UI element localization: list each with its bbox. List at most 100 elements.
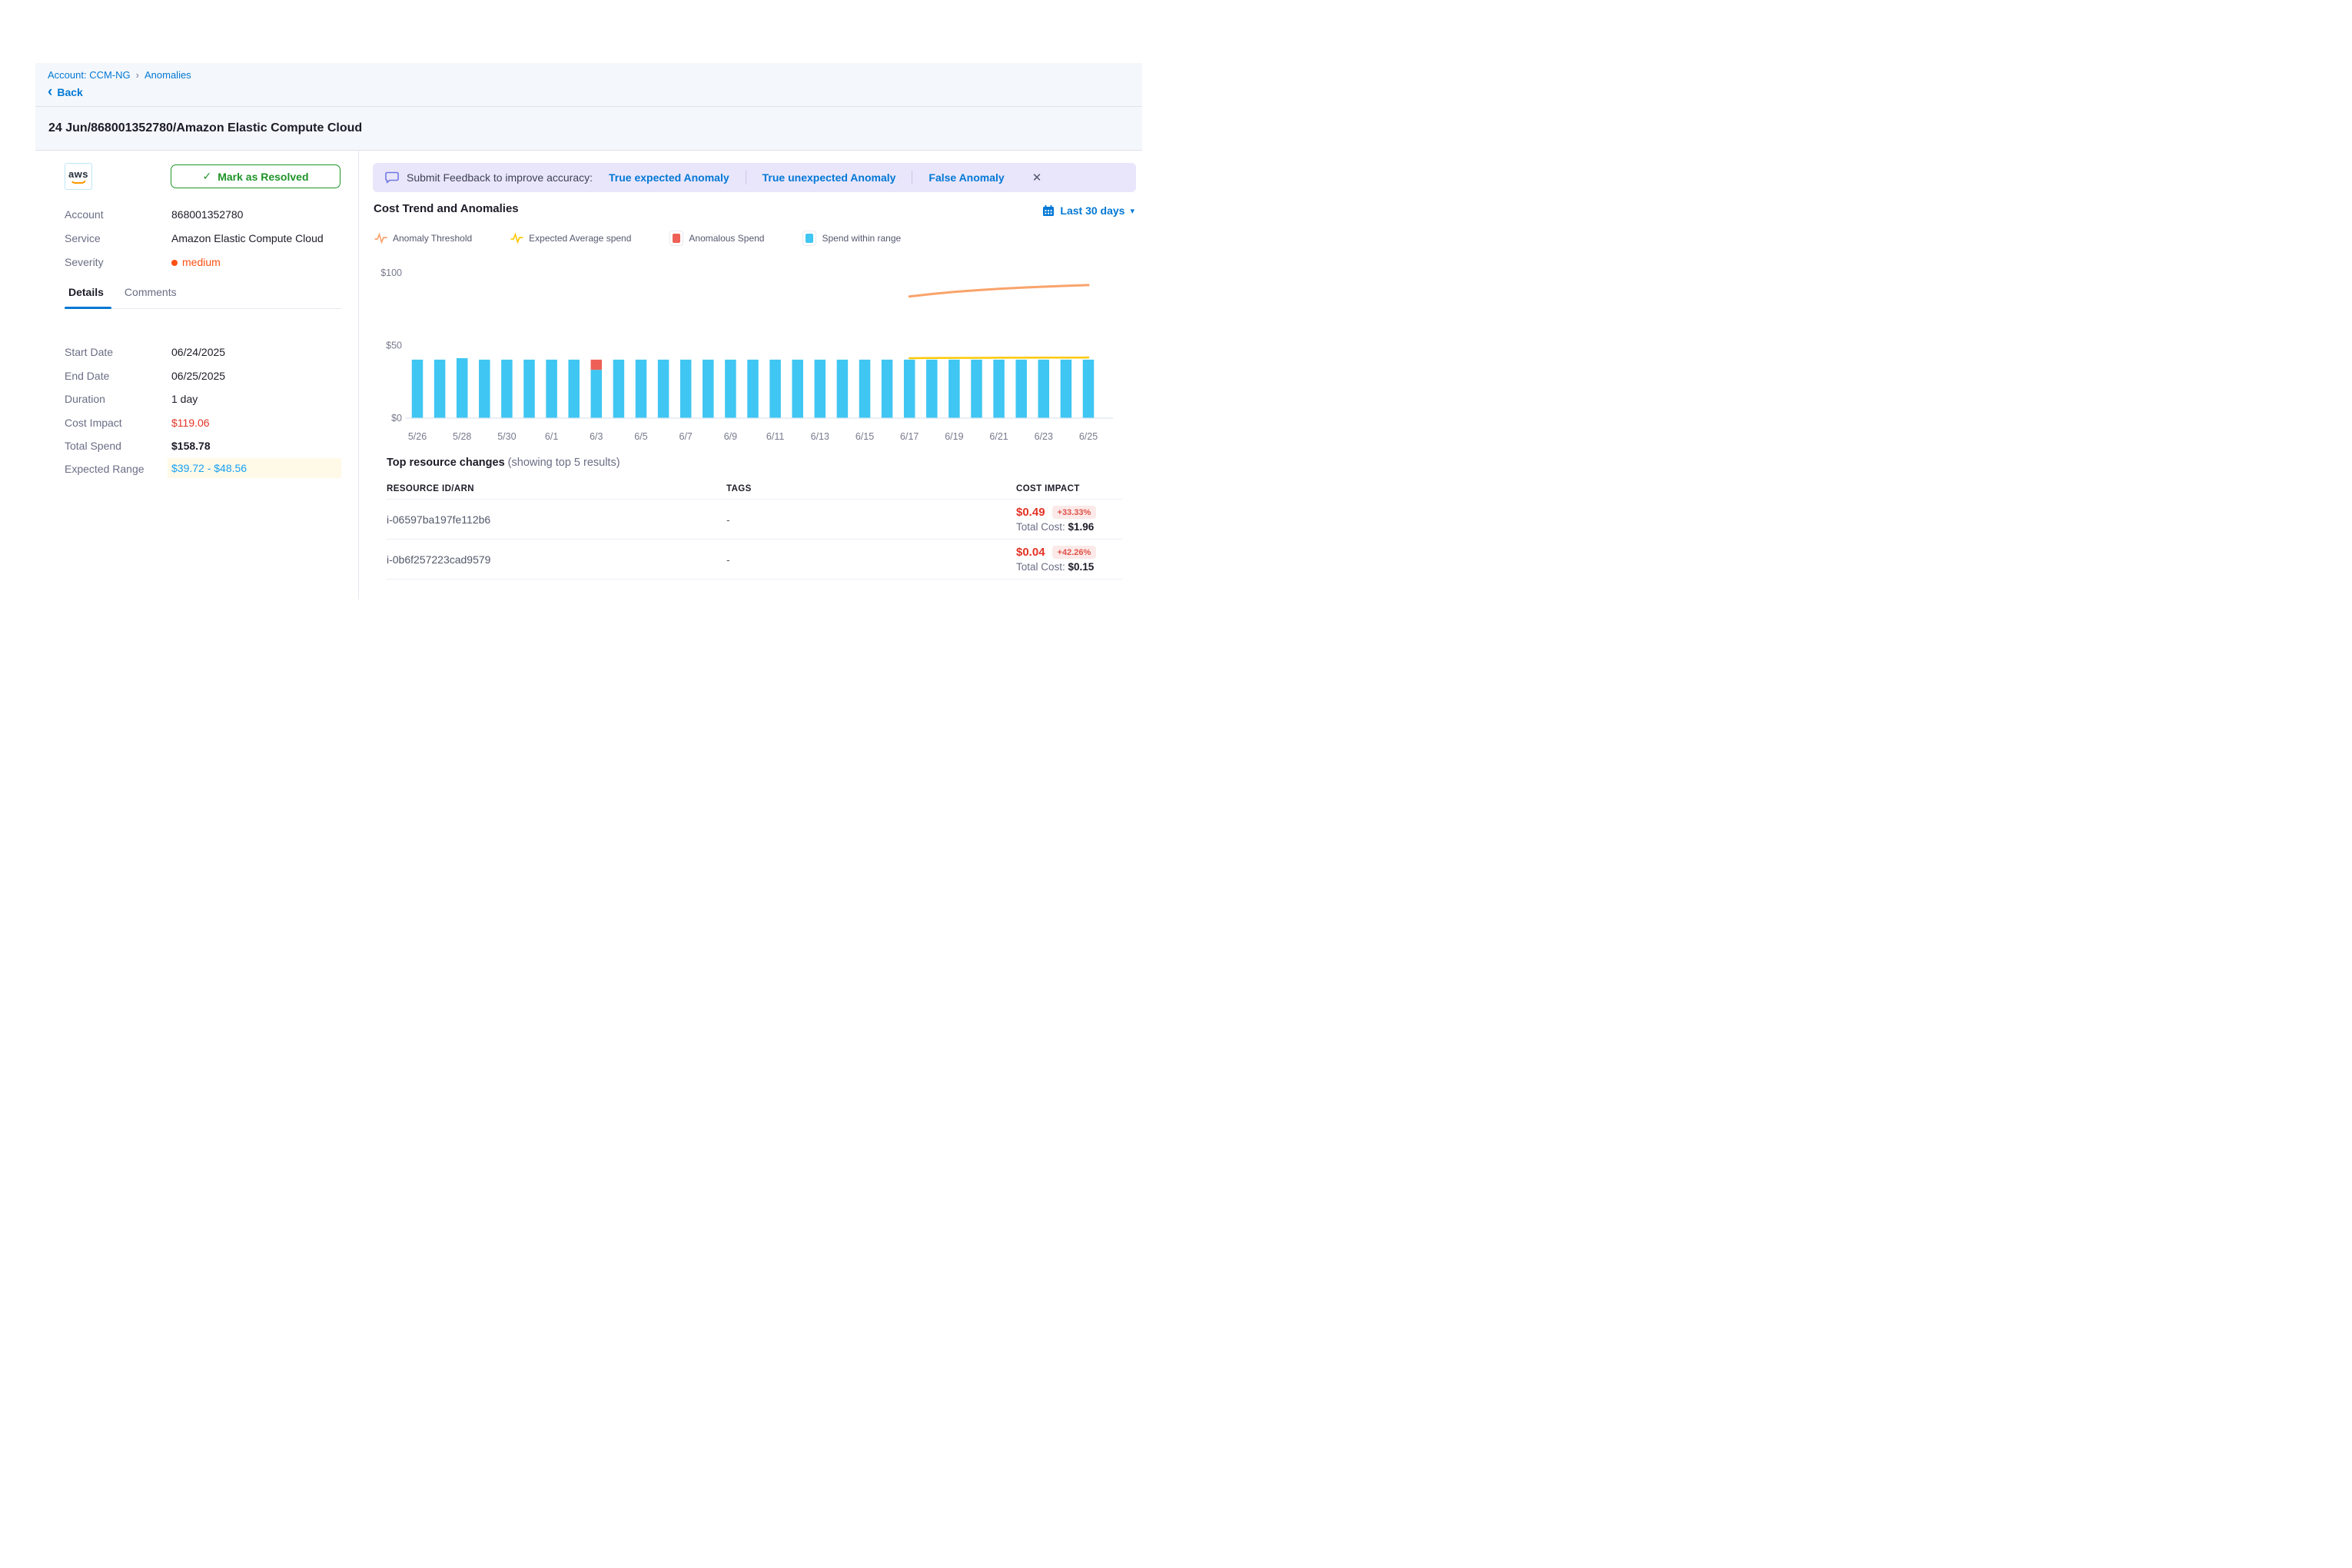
chevron-left-icon: ‹	[48, 87, 52, 98]
bar-5/30[interactable]	[501, 360, 513, 418]
chart-legend: Anomaly ThresholdExpected Average spendA…	[374, 231, 901, 246]
cost-trend-chart[interactable]: $0$50$1005/265/285/306/16/36/56/76/96/11…	[369, 258, 1126, 450]
back-label: Back	[57, 86, 82, 98]
summary-row-severity: Severity medium	[65, 253, 341, 271]
detail-tabs: Details Comments	[65, 286, 341, 309]
x-axis-tick: 5/30	[497, 431, 516, 442]
breadcrumb-account-link[interactable]: Account: CCM-NG	[48, 69, 131, 81]
bar-6/13[interactable]	[815, 360, 826, 418]
expected-average-line	[909, 357, 1088, 358]
resource-table-title: Top resource changes (showing top 5 resu…	[387, 457, 620, 469]
breadcrumb: Account: CCM-NG › Anomalies	[48, 69, 1142, 81]
feedback-true-unexpected-button[interactable]: True unexpected Anomaly	[762, 171, 896, 184]
bar-5/26[interactable]	[412, 360, 424, 418]
bar-6/19[interactable]	[948, 360, 960, 418]
bar-6/1[interactable]	[546, 360, 557, 418]
resource-tags: -	[726, 513, 1016, 526]
breadcrumb-separator-icon: ›	[136, 69, 139, 81]
bar-6/20[interactable]	[971, 360, 982, 418]
y-axis-tick: $100	[380, 267, 402, 278]
total-cost: Total Cost: $0.15	[1016, 561, 1122, 573]
bar-5/31[interactable]	[523, 360, 535, 418]
legend-swatch-icon	[669, 231, 683, 246]
calendar-icon	[1042, 204, 1055, 217]
bar-6/9[interactable]	[725, 360, 736, 418]
bar-6/21[interactable]	[993, 360, 1005, 418]
back-button[interactable]: ‹ Back	[48, 86, 1142, 98]
legend-item: Anomaly Threshold	[374, 232, 472, 244]
bar-5/27[interactable]	[434, 360, 446, 418]
service-value: Amazon Elastic Compute Cloud	[171, 232, 324, 244]
feedback-prompt: Submit Feedback to improve accuracy:	[407, 171, 593, 184]
bar-6/11[interactable]	[769, 360, 781, 418]
x-axis-tick: 6/11	[766, 431, 784, 442]
bar-6/15[interactable]	[859, 360, 871, 418]
legend-label: Anomalous Spend	[689, 233, 764, 244]
aws-smile-icon	[70, 178, 87, 184]
legend-swatch-icon	[802, 231, 816, 246]
feedback-false-anomaly-button[interactable]: False Anomaly	[929, 171, 1004, 184]
cost-trend-svg[interactable]: $0$50$1005/265/285/306/16/36/56/76/96/11…	[369, 258, 1126, 450]
bar-6/12[interactable]	[792, 360, 803, 418]
tab-details[interactable]: Details	[68, 286, 104, 308]
x-axis-tick: 6/5	[634, 431, 647, 442]
detail-row-expected-range: $39.72 - $48.56	[168, 458, 341, 478]
change-percent-badge: +42.26%	[1052, 546, 1097, 559]
col-resource-id: RESOURCE ID/ARN	[387, 484, 726, 493]
table-row: i-0b6f257223cad9579-$0.04+42.26%Total Co…	[387, 540, 1122, 580]
mark-as-resolved-button[interactable]: ✓ Mark as Resolved	[171, 164, 341, 188]
resource-cost-impact: $0.49	[1016, 506, 1045, 519]
bar-5/28[interactable]	[457, 358, 468, 417]
bar-6/18[interactable]	[926, 360, 938, 418]
account-value: 868001352780	[171, 208, 243, 221]
x-axis-tick: 5/28	[453, 431, 471, 442]
bar-6/25[interactable]	[1083, 360, 1095, 418]
cost-impact-cell: $0.49 +33.33% Total Cost: $1.96	[1016, 506, 1122, 533]
chart-title: Cost Trend and Anomalies	[374, 202, 519, 215]
y-axis-tick: $50	[386, 341, 402, 351]
cost-impact-cell: $0.04 +42.26% Total Cost: $0.15	[1016, 546, 1122, 573]
y-axis-tick: $0	[391, 413, 402, 424]
change-percent-badge: +33.33%	[1052, 506, 1097, 519]
chevron-down-icon: ▾	[1130, 206, 1134, 216]
legend-item: Anomalous Spend	[669, 231, 764, 246]
pulse-line-icon	[374, 232, 387, 244]
x-axis-tick: 6/1	[545, 431, 558, 442]
bar-6/8[interactable]	[703, 360, 714, 418]
x-axis-tick: 6/15	[855, 431, 874, 442]
bar-6/3[interactable]	[591, 370, 603, 417]
tab-comments[interactable]: Comments	[125, 286, 177, 308]
bar-6/2[interactable]	[568, 360, 580, 418]
summary-row-account: Account 868001352780	[65, 205, 341, 224]
header-band: Account: CCM-NG › Anomalies ‹ Back	[35, 63, 1142, 107]
x-axis-tick: 5/26	[408, 431, 427, 442]
anomalous-bar-6/3[interactable]	[591, 360, 603, 370]
x-axis-tick: 6/19	[945, 431, 963, 442]
bar-6/16[interactable]	[882, 360, 893, 418]
x-axis-tick: 6/17	[900, 431, 919, 442]
bar-6/4[interactable]	[613, 360, 625, 418]
legend-item: Spend within range	[802, 231, 901, 246]
bar-6/24[interactable]	[1061, 360, 1072, 418]
detail-row-start-date: Start Date 06/24/2025	[65, 342, 341, 362]
total-cost: Total Cost: $1.96	[1016, 521, 1122, 533]
x-axis-tick: 6/23	[1035, 431, 1053, 442]
bar-6/14[interactable]	[837, 360, 849, 418]
bar-6/23[interactable]	[1038, 360, 1050, 418]
pulse-line-icon	[510, 232, 523, 244]
resource-cost-impact: $0.04	[1016, 546, 1045, 559]
x-axis-tick: 6/21	[989, 431, 1008, 442]
bar-6/22[interactable]	[1015, 360, 1027, 418]
bar-6/6[interactable]	[658, 360, 669, 418]
close-icon[interactable]: ✕	[1032, 171, 1042, 184]
bar-5/29[interactable]	[479, 360, 490, 418]
detail-row-end-date: End Date 06/25/2025	[65, 366, 341, 386]
bar-6/10[interactable]	[747, 360, 759, 418]
breadcrumb-anomalies-link[interactable]: Anomalies	[145, 69, 191, 81]
bar-6/5[interactable]	[636, 360, 647, 418]
feedback-true-expected-button[interactable]: True expected Anomaly	[609, 171, 729, 184]
expected-range-label: Expected Range	[65, 463, 171, 475]
bar-6/17[interactable]	[904, 360, 915, 418]
bar-6/7[interactable]	[680, 360, 692, 418]
date-range-dropdown[interactable]: Last 30 days ▾	[1042, 204, 1134, 217]
